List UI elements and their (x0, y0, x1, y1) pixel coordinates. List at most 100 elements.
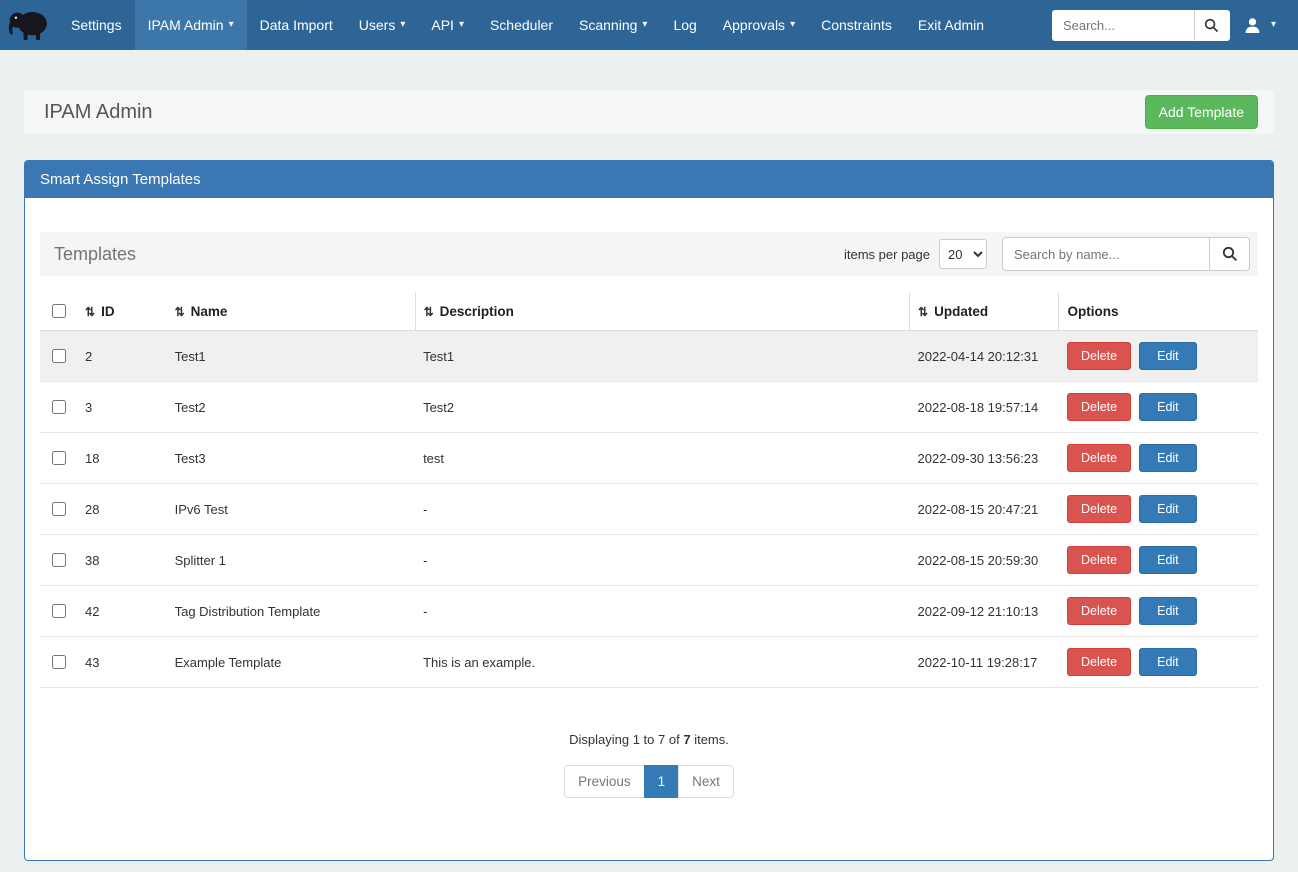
row-options: Delete Edit (1059, 535, 1258, 586)
row-options: Delete Edit (1059, 637, 1258, 688)
nav-item-exit-admin[interactable]: Exit Admin (905, 0, 997, 50)
nav-item-ipam-admin[interactable]: IPAM Admin▾ (135, 0, 247, 50)
items-per-page-select[interactable]: 20 (939, 239, 987, 269)
delete-button[interactable]: Delete (1067, 444, 1131, 472)
column-header-id[interactable]: ⇅ID (77, 292, 167, 331)
phpipam-elephant-logo[interactable] (0, 0, 58, 50)
column-header-name[interactable]: ⇅Name (167, 292, 415, 331)
nav-item-approvals[interactable]: Approvals▾ (710, 0, 808, 50)
row-checkbox[interactable] (52, 400, 66, 414)
row-description: test (415, 433, 909, 484)
column-header-description[interactable]: ⇅Description (415, 292, 909, 331)
edit-button[interactable]: Edit (1139, 444, 1197, 472)
navbar-search-button[interactable] (1194, 10, 1230, 41)
nav-item-label: Exit Admin (918, 17, 984, 33)
pagination-previous[interactable]: Previous (564, 765, 645, 798)
navbar-menu: SettingsIPAM Admin▾Data ImportUsers▾API▾… (58, 0, 997, 50)
row-checkbox[interactable] (52, 655, 66, 669)
sort-icon[interactable]: ⇅ (85, 305, 95, 319)
row-updated: 2022-04-14 20:12:31 (910, 331, 1059, 382)
table-row: 18Test3test2022-09-30 13:56:23DeleteEdit (40, 433, 1258, 484)
row-options: Delete Edit (1059, 484, 1258, 535)
row-checkbox[interactable] (52, 349, 66, 363)
templates-toolbar: Templates items per page 20 (40, 232, 1258, 276)
row-updated: 2022-09-30 13:56:23 (910, 433, 1059, 484)
row-updated: 2022-08-18 19:57:14 (910, 382, 1059, 433)
table-search-input[interactable] (1002, 237, 1210, 271)
select-all-checkbox[interactable] (52, 304, 66, 318)
nav-item-log[interactable]: Log (660, 0, 709, 50)
nav-item-constraints[interactable]: Constraints (808, 0, 905, 50)
caret-down-icon: ▾ (790, 20, 795, 30)
nav-item-scheduler[interactable]: Scheduler (477, 0, 566, 50)
delete-button[interactable]: Delete (1067, 342, 1131, 370)
row-options: Delete Edit (1059, 586, 1258, 637)
row-name: Test1 (167, 331, 415, 382)
edit-button[interactable]: Edit (1139, 597, 1197, 625)
sort-icon[interactable]: ⇅ (175, 305, 185, 319)
nav-item-scanning[interactable]: Scanning▾ (566, 0, 660, 50)
delete-button[interactable]: Delete (1067, 597, 1131, 625)
delete-button[interactable]: Delete (1067, 393, 1131, 421)
nav-item-label: IPAM Admin (148, 17, 224, 33)
delete-button[interactable]: Delete (1067, 648, 1131, 676)
row-id: 28 (77, 484, 167, 535)
pagination: Previous 1 Next (564, 765, 734, 798)
row-description: - (415, 535, 909, 586)
row-updated: 2022-09-12 21:10:13 (910, 586, 1059, 637)
row-description: - (415, 484, 909, 535)
row-checkbox[interactable] (52, 604, 66, 618)
row-options: Delete Edit (1059, 433, 1258, 484)
sort-icon[interactable]: ⇅ (918, 305, 928, 319)
caret-down-icon: ▾ (400, 20, 405, 30)
pagination-next[interactable]: Next (678, 765, 734, 798)
nav-item-data-import[interactable]: Data Import (247, 0, 346, 50)
column-header-updated[interactable]: ⇅Updated (910, 292, 1059, 331)
edit-button[interactable]: Edit (1139, 393, 1197, 421)
templates-table-body: 2Test1Test12022-04-14 20:12:31DeleteEdit… (40, 331, 1258, 688)
elephant-icon (7, 6, 51, 44)
row-options: Delete Edit (1059, 382, 1258, 433)
row-description: Test2 (415, 382, 909, 433)
sort-icon[interactable]: ⇅ (424, 305, 434, 319)
table-row: 2Test1Test12022-04-14 20:12:31DeleteEdit (40, 331, 1258, 382)
navbar-right: ▾ (1052, 0, 1298, 50)
table-search-button[interactable] (1210, 237, 1250, 271)
nav-item-label: Scheduler (490, 17, 553, 33)
table-row: 42Tag Distribution Template-2022-09-12 2… (40, 586, 1258, 637)
row-name: Test3 (167, 433, 415, 484)
top-navbar: SettingsIPAM Admin▾Data ImportUsers▾API▾… (0, 0, 1298, 50)
row-checkbox[interactable] (52, 502, 66, 516)
panel-title: Smart Assign Templates (25, 161, 1273, 198)
items-total: 7 (683, 732, 690, 747)
table-row: 38Splitter 1-2022-08-15 20:59:30DeleteEd… (40, 535, 1258, 586)
pagination-page-1[interactable]: 1 (644, 765, 680, 798)
edit-button[interactable]: Edit (1139, 342, 1197, 370)
nav-item-label: Constraints (821, 17, 892, 33)
templates-table: ⇅ID ⇅Name ⇅Description ⇅Updated Options (40, 292, 1258, 688)
user-menu[interactable]: ▾ (1230, 17, 1290, 34)
nav-item-users[interactable]: Users▾ (346, 0, 419, 50)
row-id: 42 (77, 586, 167, 637)
table-row: 3Test2Test22022-08-18 19:57:14DeleteEdit (40, 382, 1258, 433)
row-name: Tag Distribution Template (167, 586, 415, 637)
nav-item-api[interactable]: API▾ (418, 0, 477, 50)
nav-item-label: Settings (71, 17, 122, 33)
row-updated: 2022-10-11 19:28:17 (910, 637, 1059, 688)
edit-button[interactable]: Edit (1139, 546, 1197, 574)
navbar-search-input[interactable] (1052, 10, 1194, 41)
row-id: 43 (77, 637, 167, 688)
page-header: IPAM Admin Add Template (24, 90, 1274, 134)
row-checkbox[interactable] (52, 451, 66, 465)
table-row: 43Example TemplateThis is an example.202… (40, 637, 1258, 688)
edit-button[interactable]: Edit (1139, 495, 1197, 523)
delete-button[interactable]: Delete (1067, 546, 1131, 574)
caret-down-icon: ▾ (1271, 20, 1276, 30)
row-updated: 2022-08-15 20:47:21 (910, 484, 1059, 535)
add-template-button[interactable]: Add Template (1145, 95, 1258, 129)
row-checkbox[interactable] (52, 553, 66, 567)
delete-button[interactable]: Delete (1067, 495, 1131, 523)
row-id: 3 (77, 382, 167, 433)
nav-item-settings[interactable]: Settings (58, 0, 135, 50)
edit-button[interactable]: Edit (1139, 648, 1197, 676)
